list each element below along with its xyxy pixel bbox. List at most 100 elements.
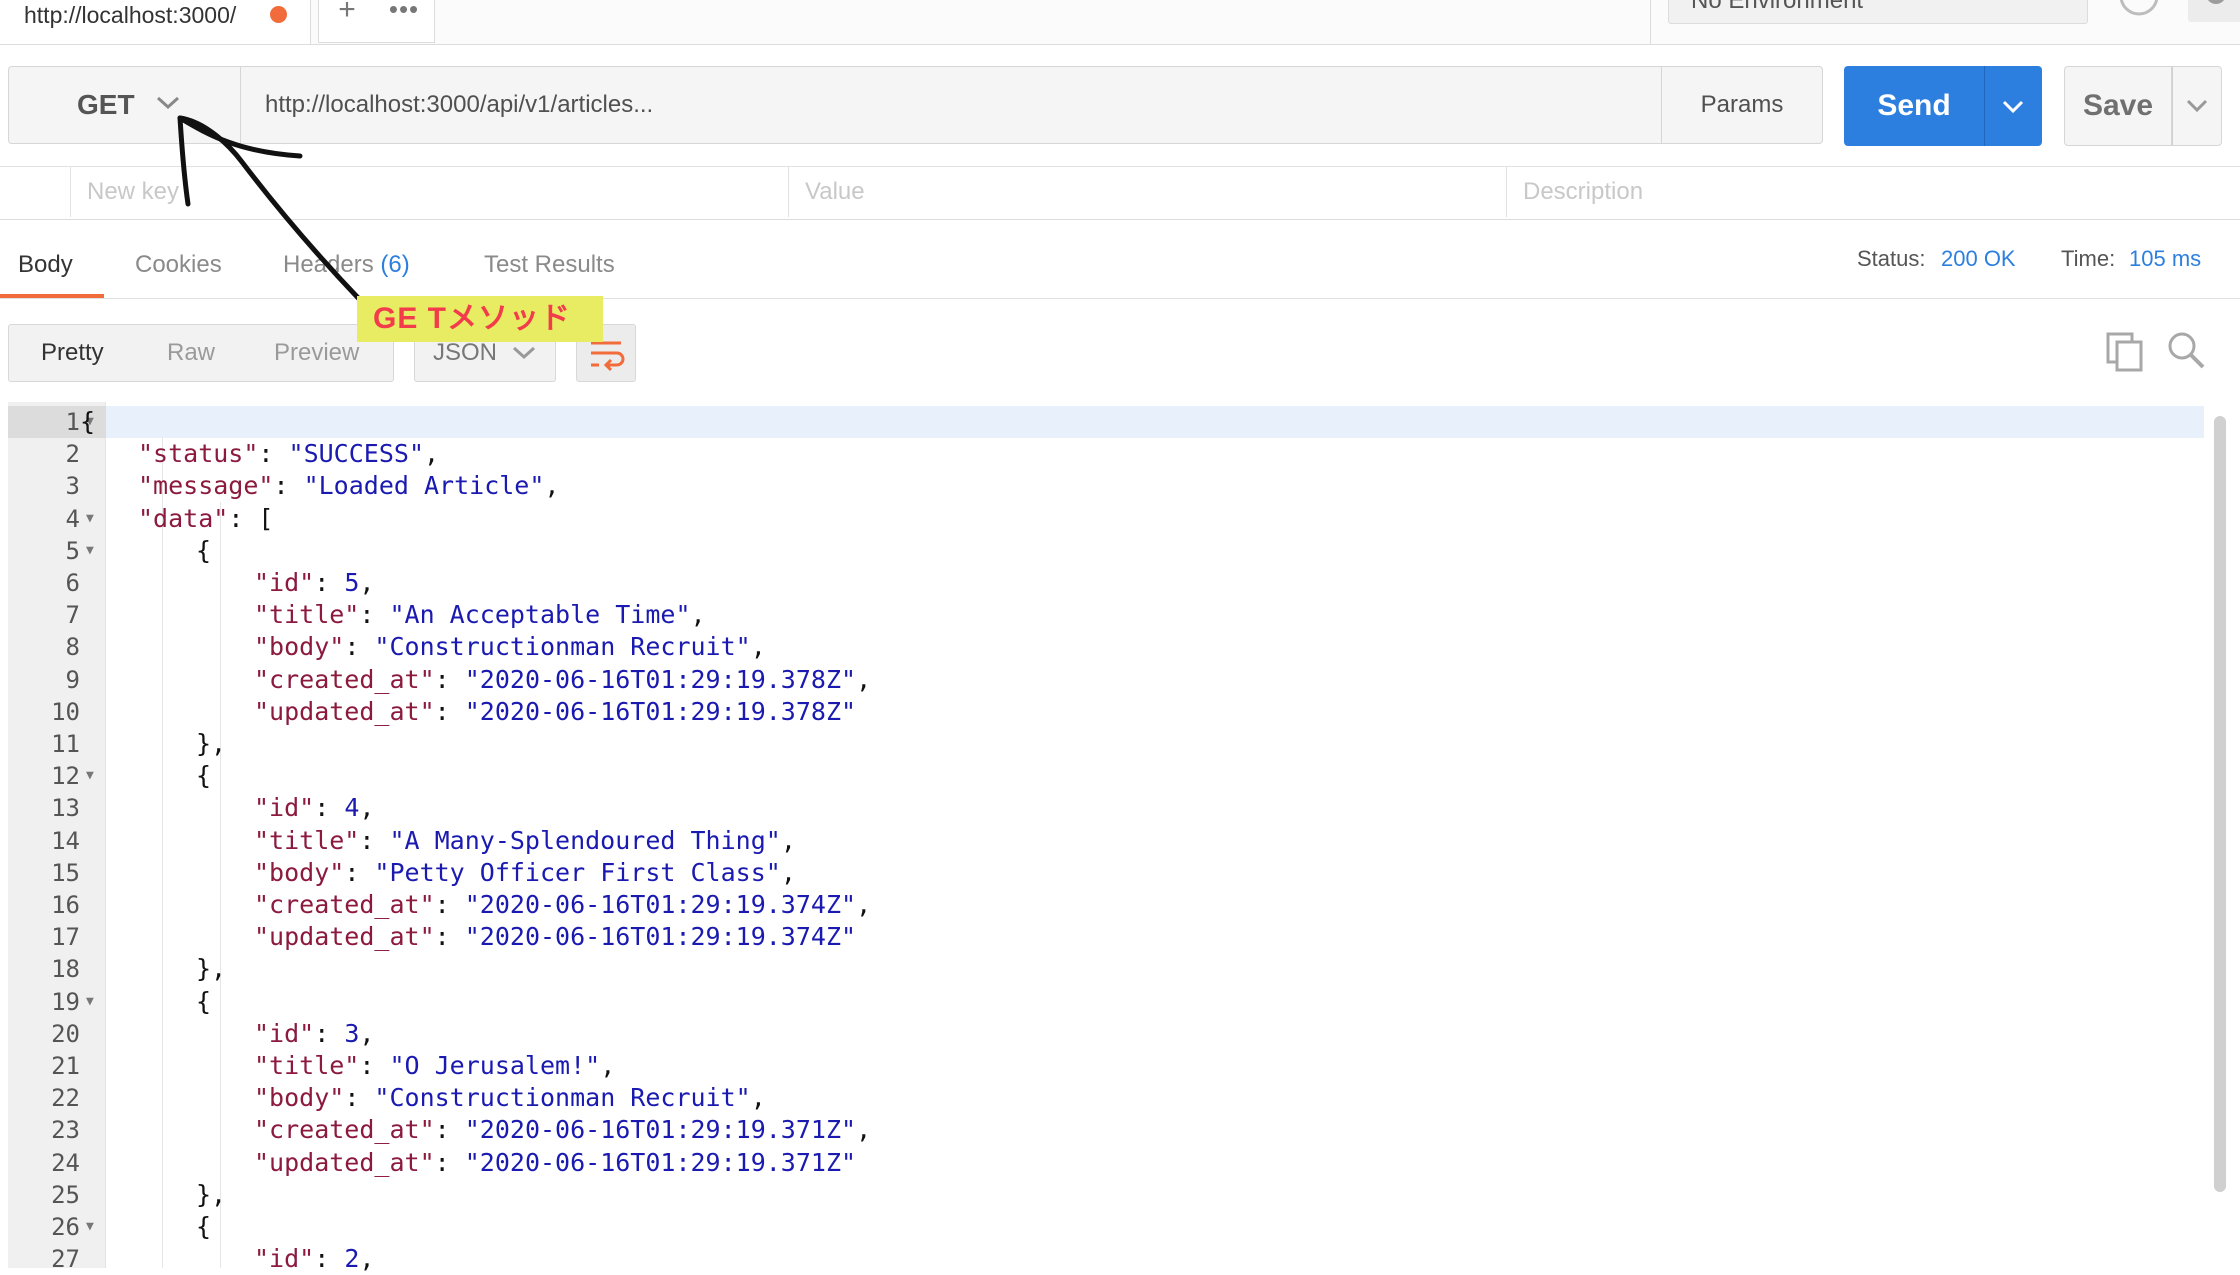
code-text: { <box>196 1211 211 1243</box>
unsaved-dot-icon <box>270 6 287 23</box>
search-icon[interactable] <box>2166 330 2206 370</box>
code-token: 4 <box>344 793 360 823</box>
param-description-input[interactable]: Description <box>1506 167 2240 217</box>
line-number: 15 <box>51 858 80 887</box>
code-token: "2020-06-16T01:29:19.374Z" <box>464 922 857 952</box>
code-text: "id": 4, <box>254 792 374 824</box>
url-input[interactable]: http://localhost:3000/api/v1/articles... <box>240 66 1662 144</box>
code-token: , <box>424 439 440 469</box>
fold-toggle-icon[interactable]: ▼ <box>86 535 94 567</box>
code-token: : <box>344 632 375 662</box>
tab-bar: http://localhost:3000/ + ••• No Environm… <box>0 0 2240 45</box>
code-token: "2020-06-16T01:29:19.378Z" <box>464 696 857 726</box>
chevron-down-icon <box>512 346 536 360</box>
fold-toggle-icon[interactable]: ▼ <box>86 986 94 1018</box>
code-token: , <box>359 568 375 597</box>
tab-body[interactable]: Body <box>18 240 73 298</box>
code-text: "updated_at": "2020-06-16T01:29:19.374Z" <box>254 921 856 953</box>
code-token: "created_at" <box>254 664 435 694</box>
code-token: , <box>600 1051 616 1080</box>
code-text: "data": [ <box>138 503 273 535</box>
code-token: : <box>273 471 304 501</box>
code-token: }, <box>196 729 227 758</box>
eye-icon[interactable] <box>2116 0 2162 22</box>
line-number: 14 <box>51 826 80 855</box>
code-token: "updated_at" <box>254 1147 435 1177</box>
preview-button[interactable]: Preview <box>274 325 359 381</box>
gear-icon[interactable] <box>2188 0 2240 22</box>
new-tab-button[interactable]: + <box>318 0 376 43</box>
tab-title: http://localhost:3000/ <box>24 2 237 28</box>
code-text: "updated_at": "2020-06-16T01:29:19.378Z" <box>254 696 856 728</box>
code-token: : <box>434 1115 465 1145</box>
code-token: "updated_at" <box>254 922 435 952</box>
code-text: }, <box>196 953 226 985</box>
code-token: "2020-06-16T01:29:19.371Z" <box>464 1147 857 1177</box>
code-token: "message" <box>138 471 274 501</box>
code-token: }, <box>196 954 227 984</box>
request-tab[interactable]: http://localhost:3000/ <box>0 0 311 44</box>
fold-toggle-icon[interactable]: ▼ <box>86 1211 94 1243</box>
chevron-down-icon <box>2186 99 2208 113</box>
raw-button[interactable]: Raw <box>167 325 215 381</box>
code-text: "title": "An Acceptable Time", <box>254 599 706 631</box>
code-text: { <box>196 986 211 1018</box>
save-button[interactable]: Save <box>2064 66 2172 146</box>
code-text: "body": "Petty Officer First Class", <box>254 857 796 889</box>
code-token: , <box>690 600 706 630</box>
line-number: 11 <box>51 730 80 758</box>
chevron-down-icon <box>2002 100 2024 114</box>
param-value-input[interactable]: Value <box>788 167 1506 217</box>
code-token: { <box>196 986 212 1016</box>
line-number: 21 <box>51 1052 80 1080</box>
code-token: "id" <box>254 793 315 823</box>
line-number: 27 <box>51 1245 80 1274</box>
line-number: 1 <box>65 408 80 436</box>
environment-select[interactable]: No Environment <box>1668 0 2088 24</box>
code-token: "data" <box>138 503 229 533</box>
code-token: : <box>434 1147 465 1177</box>
annotation-label: GE Tメソッド <box>357 296 603 342</box>
code-token: : <box>434 890 465 919</box>
code-token: "id" <box>254 1244 315 1274</box>
code-token: "O Jerusalem!" <box>389 1051 601 1080</box>
line-number: 25 <box>51 1180 80 1209</box>
line-number: 10 <box>51 697 80 726</box>
code-text: { <box>196 760 211 792</box>
code-text: { <box>196 535 211 567</box>
params-button[interactable]: Params <box>1661 66 1823 144</box>
line-number: 7 <box>65 601 80 630</box>
line-number: 12 <box>51 762 80 791</box>
code-token: "title" <box>254 1051 360 1080</box>
pretty-button[interactable]: Pretty <box>41 325 104 381</box>
code-token: "status" <box>138 439 259 469</box>
code-text: "created_at": "2020-06-16T01:29:19.378Z"… <box>254 664 871 696</box>
scrollbar[interactable] <box>2214 416 2226 1192</box>
code-token: : <box>434 922 465 952</box>
save-options-button[interactable] <box>2172 66 2222 146</box>
copy-icon[interactable] <box>2106 332 2144 372</box>
send-button[interactable]: Send <box>1844 66 1984 146</box>
line-number: 17 <box>51 923 80 952</box>
code-token: "2020-06-16T01:29:19.371Z" <box>464 1115 857 1145</box>
code-text: "id": 3, <box>254 1018 374 1050</box>
code-token: 3 <box>344 1018 360 1048</box>
fold-toggle-icon[interactable]: ▼ <box>86 503 94 535</box>
fold-toggle-icon[interactable]: ▼ <box>86 760 94 792</box>
send-options-button[interactable] <box>1984 66 2042 146</box>
code-token: "Loaded Article" <box>303 471 545 501</box>
code-token: "An Acceptable Time" <box>389 600 691 630</box>
tab-test-results[interactable]: Test Results <box>484 240 615 298</box>
code-token: "2020-06-16T01:29:19.374Z" <box>464 890 857 919</box>
headers-count: (6) <box>380 251 410 278</box>
code-text: "body": "Constructionman Recruit", <box>254 631 766 663</box>
indent-guide <box>162 438 163 1268</box>
code-token: , <box>856 664 872 694</box>
more-tabs-button[interactable]: ••• <box>374 0 435 43</box>
code-token: , <box>544 471 560 501</box>
code-token: : <box>359 825 390 855</box>
line-number: 19 <box>51 987 80 1016</box>
code-text: "id": 2, <box>254 1243 374 1275</box>
response-body-editor[interactable]: 1 ▼{2 "status": "SUCCESS", 3 "message": "Loa… <box>8 402 2240 1273</box>
code-token: }, <box>196 1179 227 1209</box>
